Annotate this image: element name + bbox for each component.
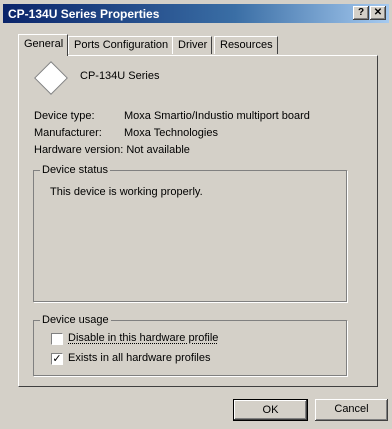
disable-profile-label[interactable]: Disable in this hardware profile xyxy=(68,332,218,344)
device-usage-label: Device usage xyxy=(40,314,111,326)
close-button[interactable]: ✕ xyxy=(370,6,386,20)
ok-button[interactable]: OK xyxy=(233,399,308,421)
device-type-value: Moxa Smartio/Industio multiport board xyxy=(124,110,310,122)
window-title: CP-134U Series Properties xyxy=(8,7,160,21)
disable-profile-checkbox[interactable] xyxy=(51,333,63,345)
exists-all-profiles-label[interactable]: Exists in all hardware profiles xyxy=(68,352,210,364)
tab-resources[interactable]: Resources xyxy=(214,36,278,54)
cancel-button[interactable]: Cancel xyxy=(315,399,388,421)
device-status-label: Device status xyxy=(40,164,111,176)
manufacturer-label: Manufacturer: xyxy=(34,127,102,139)
manufacturer-value: Moxa Technologies xyxy=(124,127,218,139)
device-name: CP-134U Series xyxy=(80,70,160,82)
exists-all-profiles-checkbox[interactable]: ✓ xyxy=(51,353,63,365)
hardware-version: Hardware version: Not available xyxy=(34,144,190,156)
help-button[interactable]: ? xyxy=(353,6,369,20)
device-status-text: This device is working properly. xyxy=(50,186,203,198)
tab-ports-configuration[interactable]: Ports Configuration xyxy=(68,36,174,54)
tab-general[interactable]: General xyxy=(18,34,69,56)
properties-window: CP-134U Series Properties ? ✕ General Po… xyxy=(0,0,392,429)
device-type-label: Device type: xyxy=(34,110,95,122)
device-usage-group xyxy=(33,320,347,376)
tab-driver[interactable]: Driver xyxy=(172,36,213,54)
title-bar[interactable]: CP-134U Series Properties ? ✕ xyxy=(3,4,389,23)
